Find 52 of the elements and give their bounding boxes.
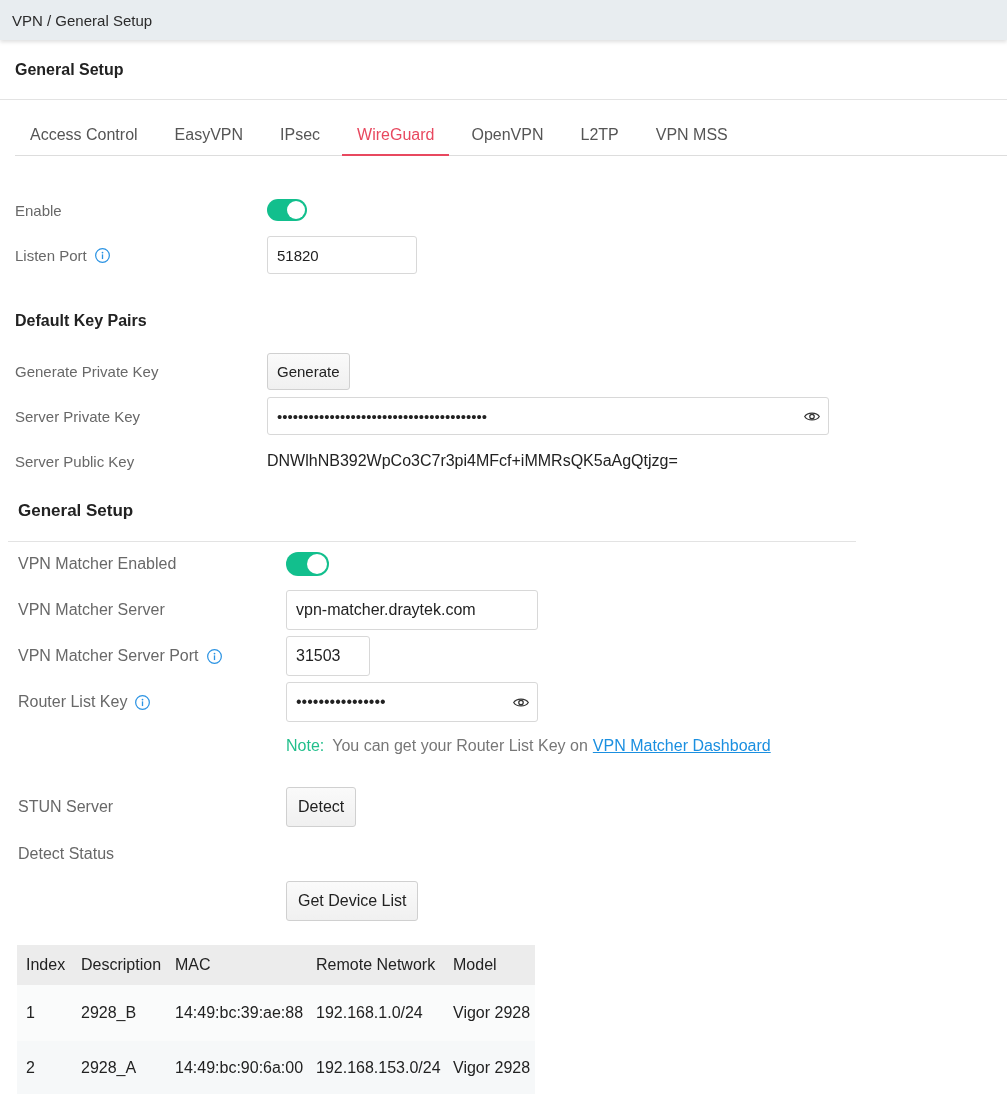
column-header: Description [72, 945, 166, 985]
section-heading: General Setup [8, 480, 856, 542]
table-cell: Vigor 2928 [444, 985, 535, 1041]
tab[interactable]: EasyVPN [159, 115, 259, 156]
tab[interactable]: L2TP [565, 115, 634, 156]
tab[interactable]: VPN MSS [640, 115, 743, 156]
field-label: VPN Matcher Server Port [18, 647, 199, 665]
toggle-switch[interactable] [267, 199, 307, 221]
note-text: You can get your Router List Key on [332, 737, 588, 754]
table-cell: 192.168.1.0/24 [307, 985, 444, 1041]
note-label: Note: [286, 737, 325, 754]
field-label: Generate Private Key [15, 362, 159, 380]
input-field[interactable]: vpn-matcher.draytek.com [286, 590, 538, 630]
eye-icon[interactable] [804, 410, 820, 422]
table-cell: 2 [17, 1041, 72, 1094]
field-label: Enable [15, 201, 62, 219]
table-cell: 14:49:bc:90:6a:00 [166, 1041, 307, 1094]
field-label: Server Private Key [15, 407, 141, 425]
column-header: MAC [166, 945, 307, 985]
table-cell: 2928_B [72, 985, 166, 1041]
column-header: Model [444, 945, 535, 985]
tab[interactable]: Access Control [15, 115, 153, 156]
input-field[interactable]: 31503 [286, 636, 370, 676]
field-label: STUN Server [18, 798, 114, 816]
field-label: Server Public Key [15, 452, 135, 470]
action-button[interactable]: Generate [267, 352, 350, 390]
section-heading: Default Key Pairs [15, 311, 148, 331]
action-button[interactable]: Get Device List [286, 881, 419, 921]
tab[interactable]: WireGuard [342, 115, 450, 156]
field-label: Detect Status [18, 845, 115, 863]
field-label: Listen Port [15, 246, 87, 264]
field-label: VPN Matcher Server [18, 601, 165, 619]
password-field[interactable]: •••••••••••••••• [286, 682, 538, 722]
action-button[interactable]: Detect [286, 787, 357, 827]
field-label: Router List Key [18, 693, 128, 711]
column-header: Remote Network [307, 945, 444, 985]
table-cell: 1 [17, 985, 72, 1041]
table-cell: 2928_A [72, 1041, 166, 1094]
column-header: Index [17, 945, 72, 985]
eye-icon[interactable] [513, 696, 529, 708]
table-cell: 14:49:bc:39:ae:88 [166, 985, 307, 1041]
table-cell: 192.168.153.0/24 [307, 1041, 444, 1094]
tab[interactable]: OpenVPN [456, 115, 559, 156]
breadcrumb: VPN / General Setup [12, 11, 153, 29]
toggle-switch[interactable] [286, 552, 329, 576]
password-field[interactable]: •••••••••••••••••••••••••••••••••••••••• [267, 397, 829, 435]
table-cell: Vigor 2928 [444, 1041, 535, 1094]
field-label: VPN Matcher Enabled [18, 555, 177, 573]
input-field[interactable]: 51820 [267, 236, 417, 274]
value-text: DNWlhNB392WpCo3C7r3pi4MFcf+iMMRsQK5aAgQtjzg= [267, 452, 678, 470]
tab[interactable]: IPsec [265, 115, 336, 156]
page-title: General Setup [15, 60, 124, 79]
